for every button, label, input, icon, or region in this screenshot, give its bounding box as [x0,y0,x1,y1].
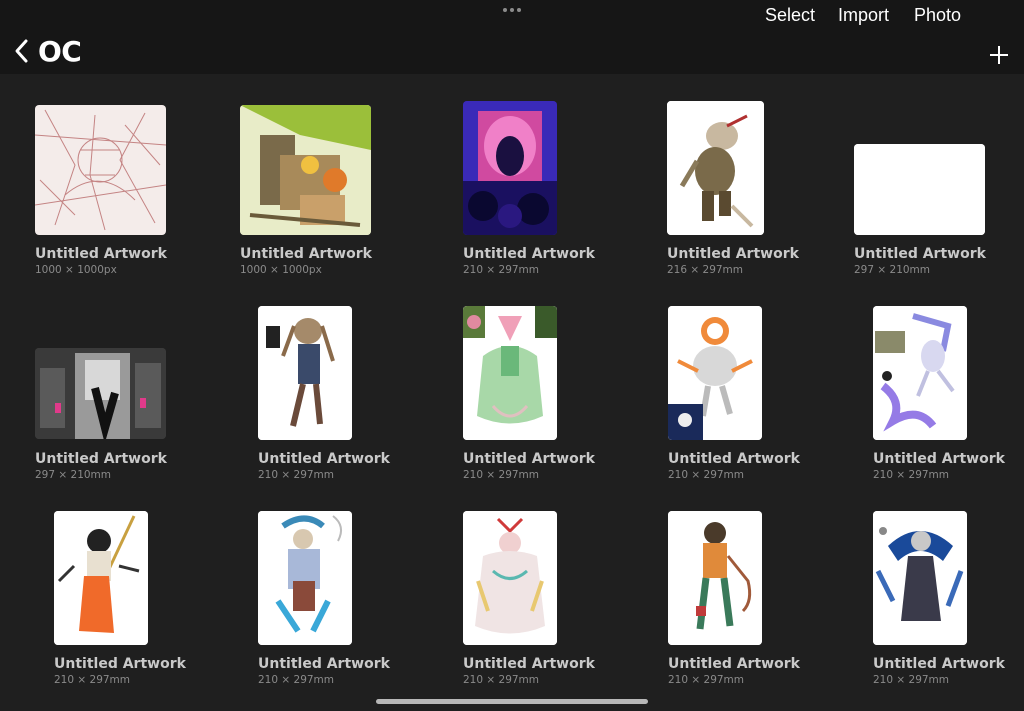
select-button[interactable]: Select [765,0,815,30]
artwork-size: 210 × 297mm [463,264,540,276]
artwork-size: 216 × 297mm [667,264,744,276]
artwork-size: 297 × 210mm [35,469,112,481]
photo-button[interactable]: Photo [914,0,961,30]
artwork-title: Untitled Artwork [258,656,390,672]
artwork-size: 210 × 297mm [463,674,540,686]
artwork-size: 210 × 297mm [668,469,745,481]
artwork-thumbnail[interactable] [463,101,557,235]
artwork-size: 1000 × 1000px [240,264,322,276]
artwork-thumbnail[interactable] [35,348,166,439]
artwork-title: Untitled Artwork [35,246,167,262]
artwork-size: 1000 × 1000px [35,264,117,276]
artwork-size: 210 × 297mm [258,674,335,686]
artwork-thumbnail[interactable] [240,105,371,235]
artwork-title: Untitled Artwork [258,451,390,467]
artwork-size: 297 × 210mm [854,264,931,276]
gallery-title[interactable]: OC [38,33,82,71]
artwork-grid: Untitled Artwork 1000 × 1000px Untitled … [0,74,1024,711]
artwork-title: Untitled Artwork [668,451,800,467]
artwork-title: Untitled Artwork [463,246,595,262]
multitask-handle-icon[interactable] [503,6,521,14]
artwork-title: Untitled Artwork [668,656,800,672]
artwork-thumbnail[interactable] [54,511,148,645]
add-canvas-icon[interactable] [990,46,1008,64]
artwork-thumbnail[interactable] [873,511,967,645]
artwork-thumbnail[interactable] [667,101,764,235]
artwork-title: Untitled Artwork [463,451,595,467]
artwork-thumbnail[interactable] [35,105,166,235]
artwork-title: Untitled Artwork [54,656,186,672]
artwork-thumbnail[interactable] [873,306,967,440]
artwork-size: 210 × 297mm [668,674,745,686]
top-bar: OC Select Import Photo [0,0,1024,74]
artwork-thumbnail[interactable] [258,306,352,440]
artwork-thumbnail[interactable] [668,306,762,440]
artwork-thumbnail[interactable] [463,511,557,645]
artwork-size: 210 × 297mm [54,674,131,686]
home-indicator[interactable] [376,699,648,704]
artwork-thumbnail[interactable] [668,511,762,645]
artwork-thumbnail[interactable] [258,511,352,645]
import-button[interactable]: Import [838,0,889,30]
artwork-title: Untitled Artwork [35,451,167,467]
artwork-size: 210 × 297mm [873,674,950,686]
artwork-title: Untitled Artwork [240,246,372,262]
artwork-title: Untitled Artwork [667,246,799,262]
artwork-thumbnail[interactable] [854,144,985,235]
artwork-title: Untitled Artwork [854,246,986,262]
artwork-title: Untitled Artwork [463,656,595,672]
back-chevron-icon[interactable] [12,38,34,64]
artwork-size: 210 × 297mm [258,469,335,481]
artwork-size: 210 × 297mm [463,469,540,481]
artwork-thumbnail[interactable] [463,306,557,440]
artwork-title: Untitled Artwork [873,656,1005,672]
artwork-size: 210 × 297mm [873,469,950,481]
artwork-title: Untitled Artwork [873,451,1005,467]
